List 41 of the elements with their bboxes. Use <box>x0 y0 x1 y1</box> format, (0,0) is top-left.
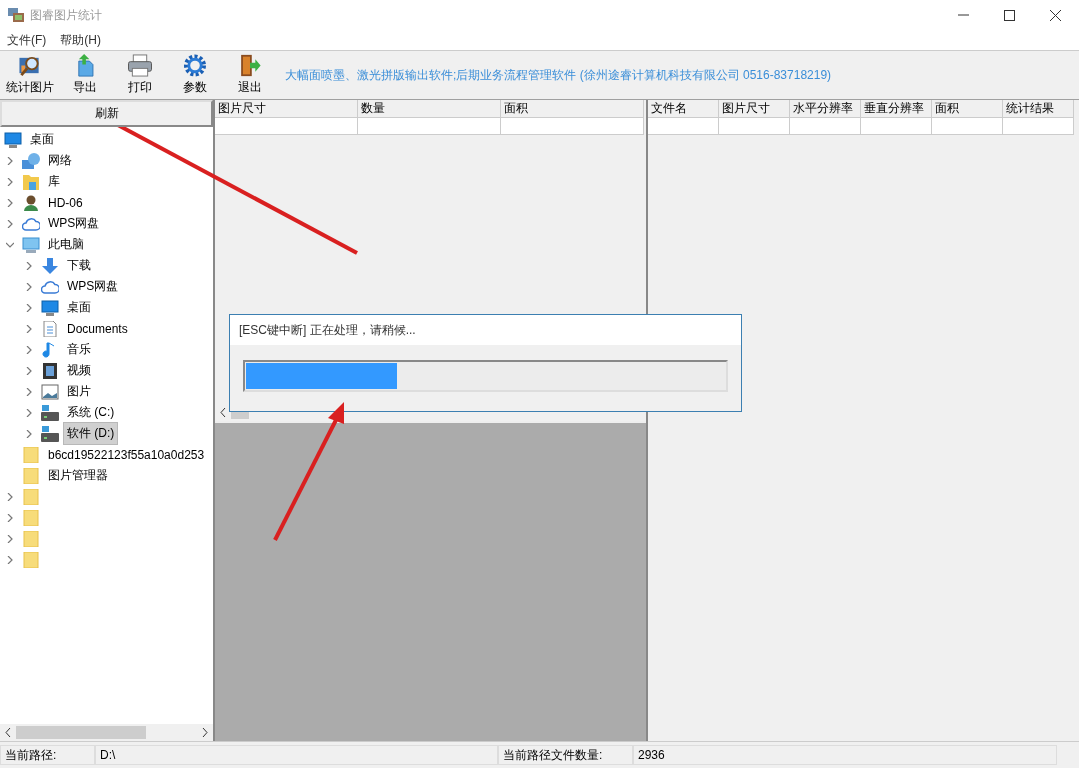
refresh-button[interactable]: 刷新 <box>0 100 213 127</box>
dialog-message: [ESC键中断] 正在处理，请稍候... <box>239 321 416 339</box>
tree-item[interactable]: 图片管理器 <box>44 464 112 487</box>
toolbar-button[interactable]: 退出 <box>222 52 277 98</box>
tree-item[interactable]: WPS网盘 <box>44 212 104 235</box>
status-label: 当前路径文件数量: <box>498 745 633 765</box>
tree-item[interactable]: 系统 (C:) <box>63 401 119 424</box>
column-header[interactable]: 面积 <box>501 100 644 118</box>
tree-item[interactable]: 桌面 <box>26 128 58 151</box>
tree-item[interactable]: 库 <box>44 170 64 193</box>
toolbar-button[interactable]: 统计图片 <box>2 52 57 98</box>
status-value: 2936 <box>633 745 1057 765</box>
menu-item[interactable]: 帮助(H) <box>60 31 101 49</box>
tree-item[interactable]: 网络 <box>44 149 76 172</box>
tree-item[interactable]: HD-06 <box>44 192 87 213</box>
tree-item[interactable]: Documents <box>63 318 132 339</box>
tree-item[interactable]: 软件 (D:) <box>63 422 119 445</box>
menu-item[interactable]: 文件(F) <box>7 31 47 49</box>
status-value: D:\ <box>95 745 498 765</box>
column-header[interactable]: 统计结果 <box>1003 100 1074 118</box>
column-header[interactable]: 数量 <box>358 100 501 118</box>
column-header[interactable]: 文件名 <box>648 100 719 118</box>
toolbar-button[interactable]: 导出 <box>57 52 112 98</box>
tree-item[interactable]: 下载 <box>63 254 95 277</box>
toolbar-button[interactable]: 打印 <box>112 52 167 98</box>
tree-item[interactable]: b6cd19522123f55a10a0d253 <box>44 444 209 465</box>
column-header[interactable]: 图片尺寸 <box>719 100 790 118</box>
tree-item[interactable]: WPS网盘 <box>63 275 123 298</box>
tree-item[interactable]: 桌面 <box>63 296 95 319</box>
column-header[interactable]: 面积 <box>932 100 1003 118</box>
column-header[interactable]: 水平分辨率 <box>790 100 861 118</box>
tree-item[interactable]: 音乐 <box>63 338 95 361</box>
toolbar-button[interactable]: 参数 <box>167 52 222 98</box>
tree-item[interactable]: 视频 <box>63 359 95 382</box>
banner-text: 大幅面喷墨、激光拼版输出软件;后期业务流程管理软件 (徐州途睿计算机科技有限公司 0516-83718219) <box>285 66 832 84</box>
column-header[interactable]: 垂直分辨率 <box>861 100 932 118</box>
status-label: 当前路径: <box>0 745 95 765</box>
tree-item[interactable]: 此电脑 <box>44 233 88 256</box>
window-title: 图睿图片统计 <box>30 6 102 24</box>
tree-item[interactable]: 图片 <box>63 380 95 403</box>
column-header[interactable]: 图片尺寸 <box>215 100 358 118</box>
